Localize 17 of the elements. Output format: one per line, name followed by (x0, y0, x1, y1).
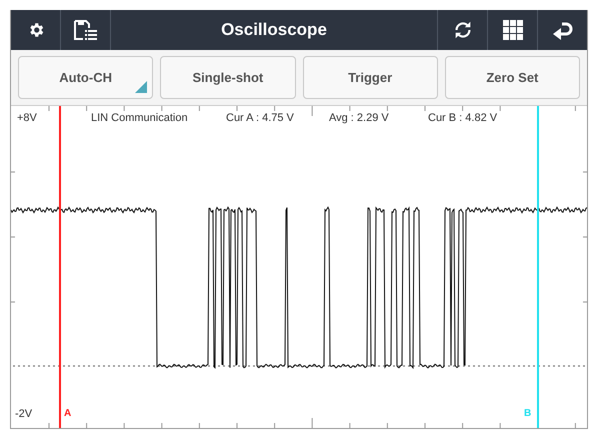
window-title: Oscilloscope (220, 18, 328, 41)
reading-label: Cur A : 4.75 V (226, 112, 294, 124)
toolbar-button[interactable]: Auto-CH (18, 56, 154, 99)
save-list-icon (72, 18, 98, 41)
cursor-label: A (64, 408, 72, 419)
toolbar-button[interactable]: Zero Set (444, 56, 580, 99)
toolbar-button[interactable]: Single-shot (160, 56, 296, 99)
toolbar-button[interactable]: Trigger (302, 56, 438, 99)
dropdown-corner-icon (135, 81, 148, 93)
return-arrow-icon (552, 20, 574, 40)
signal-name: LIN Communication (91, 112, 188, 124)
y-min-label: -2V (15, 408, 32, 420)
y-max-label: +8V (17, 112, 37, 124)
grid-icon (502, 20, 522, 40)
reading-label: Cur B : 4.82 V (428, 112, 498, 124)
reading-label: Avg : 2.29 V (329, 112, 389, 124)
cursor-label: B (524, 408, 532, 419)
